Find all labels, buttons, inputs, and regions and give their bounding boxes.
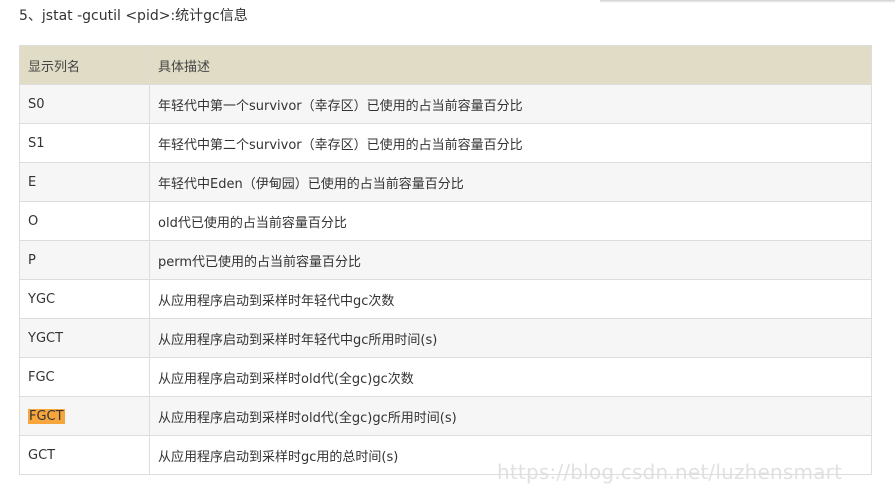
column-name-cell: FGCT [19, 396, 150, 436]
description-cell: 从应用程序启动到采样时年轻代中gc所用时间(s) [149, 318, 872, 358]
table-row: P perm代已使用的占当前容量百分比 [19, 240, 872, 280]
header-column-name: 显示列名 [19, 45, 150, 85]
section-heading: 5、jstat -gcutil <pid>:统计gc信息 [19, 8, 248, 24]
table-row: YGCT 从应用程序启动到采样时年轻代中gc所用时间(s) [19, 318, 872, 358]
column-name-cell: E [19, 162, 150, 202]
table-header-row: 显示列名 具体描述 [19, 45, 872, 85]
watermark: https://blog.csdn.net/luzhensmart [497, 460, 843, 484]
description-cell: 从应用程序启动到采样时old代(全gc)gc所用时间(s) [149, 396, 872, 436]
highlighted-text: FGCT [28, 408, 65, 424]
column-name-cell: YGC [19, 279, 150, 319]
table-row: FGC 从应用程序启动到采样时old代(全gc)gc次数 [19, 357, 872, 397]
column-name-cell: FGC [19, 357, 150, 397]
table-row: YGC 从应用程序启动到采样时年轻代中gc次数 [19, 279, 872, 319]
top-shadow [600, 0, 895, 3]
column-name-cell: GCT [19, 435, 150, 475]
description-cell: 从应用程序启动到采样时年轻代中gc次数 [149, 279, 872, 319]
description-cell: 从应用程序启动到采样时old代(全gc)gc次数 [149, 357, 872, 397]
column-name-cell: YGCT [19, 318, 150, 358]
column-name-cell: O [19, 201, 150, 241]
table-row: FGCT 从应用程序启动到采样时old代(全gc)gc所用时间(s) [19, 396, 872, 436]
column-name-cell: P [19, 240, 150, 280]
description-cell: old代已使用的占当前容量百分比 [149, 201, 872, 241]
description-cell: perm代已使用的占当前容量百分比 [149, 240, 872, 280]
description-cell: 年轻代中第一个survivor（幸存区）已使用的占当前容量百分比 [149, 84, 872, 124]
column-name-cell: S1 [19, 123, 150, 163]
description-cell: 年轻代中第二个survivor（幸存区）已使用的占当前容量百分比 [149, 123, 872, 163]
table-row: E 年轻代中Eden（伊甸园）已使用的占当前容量百分比 [19, 162, 872, 202]
table-row: O old代已使用的占当前容量百分比 [19, 201, 872, 241]
table-row: S1 年轻代中第二个survivor（幸存区）已使用的占当前容量百分比 [19, 123, 872, 163]
header-description: 具体描述 [149, 45, 872, 85]
column-name-cell: S0 [19, 84, 150, 124]
description-cell: 年轻代中Eden（伊甸园）已使用的占当前容量百分比 [149, 162, 872, 202]
gc-columns-table: 显示列名 具体描述 S0 年轻代中第一个survivor（幸存区）已使用的占当前… [19, 45, 872, 475]
table-row: S0 年轻代中第一个survivor（幸存区）已使用的占当前容量百分比 [19, 84, 872, 124]
